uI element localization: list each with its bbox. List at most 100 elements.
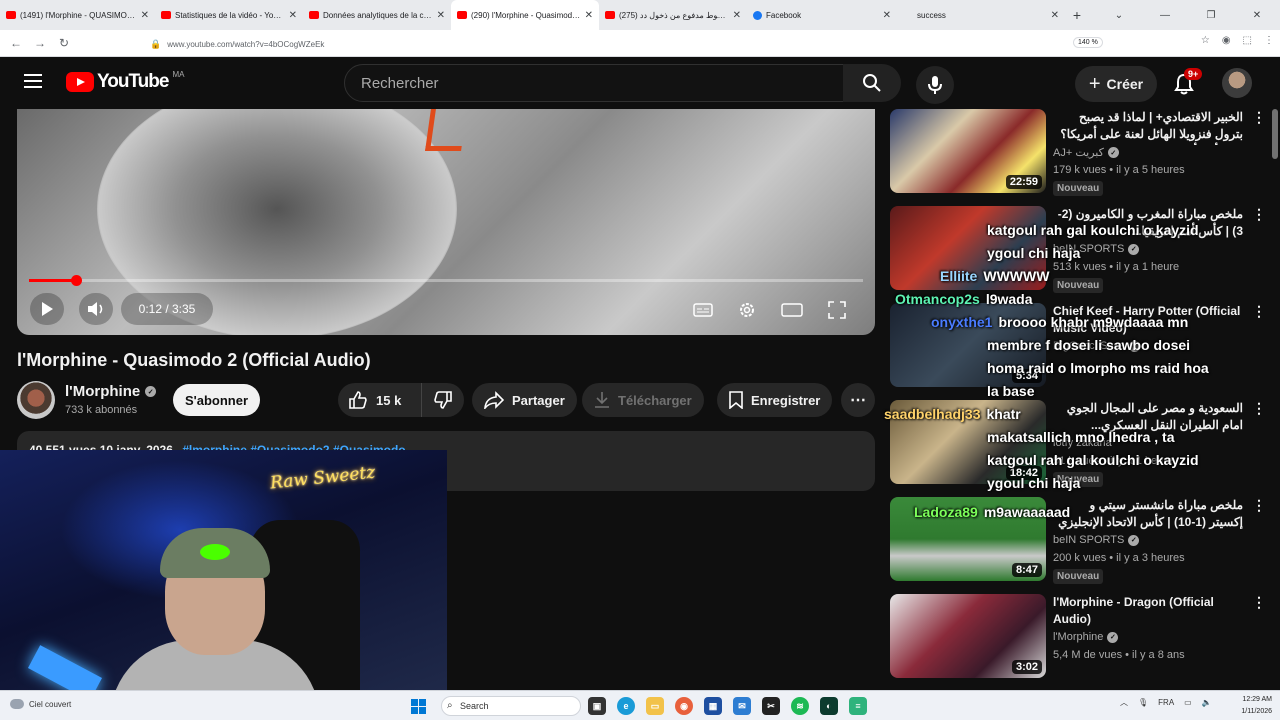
chevron-up-icon[interactable]: ︿	[1120, 697, 1128, 708]
plus-icon: +	[1088, 72, 1101, 95]
browser-tab[interactable]: (290) l'Morphine - Quasimodo 2 ✕	[451, 0, 599, 30]
menu-hamburger-icon[interactable]	[24, 74, 42, 88]
url-field[interactable]: 🔒 www.youtube.com/watch?v=4bOCogWZeEk	[150, 36, 1130, 52]
task-view-icon[interactable]: ▣	[588, 697, 606, 715]
bookmark-icon[interactable]: ☆	[1201, 35, 1210, 46]
progress-scrubber[interactable]	[70, 275, 82, 286]
youtube-play-icon	[66, 72, 94, 92]
facebook-icon	[753, 10, 762, 20]
profile-icon[interactable]: ◉	[1222, 35, 1231, 46]
browser-tab[interactable]: (1491) l'Morphine - QUASIMODO ✕	[0, 0, 155, 30]
volume-button[interactable]	[79, 293, 113, 325]
voice-search-button[interactable]	[916, 66, 954, 104]
tab-close-icon[interactable]: ✕	[437, 10, 445, 21]
recommended-video-title[interactable]: l'Morphine - Dragon (Official Audio)	[1053, 594, 1243, 628]
youtube-logo[interactable]: YouTube MA	[66, 70, 184, 93]
system-clock[interactable]: 12:29 AM 1/11/2026	[1224, 694, 1272, 718]
app-icon[interactable]: ◐	[820, 697, 838, 715]
extensions-icon[interactable]: ⬚	[1243, 35, 1252, 46]
tab-close-icon[interactable]: ✕	[141, 10, 149, 21]
chat-text: l9wada	[985, 291, 1033, 307]
minimize-button[interactable]: —	[1142, 10, 1188, 21]
share-button[interactable]: Partager	[472, 383, 577, 417]
subtitles-button[interactable]	[691, 299, 715, 321]
more-options-icon[interactable]: ⋮	[1252, 400, 1266, 417]
recommended-channel[interactable]: beIN SPORTS ✓	[1053, 534, 1140, 546]
dislike-button[interactable]	[422, 383, 464, 417]
microphone-tray-icon[interactable]: 🎙	[1138, 698, 1148, 707]
save-button[interactable]: Enregistrer	[717, 383, 833, 417]
recommended-video-title[interactable]: الخبير الاقتصادي+ | لماذا قد يصبح بترول …	[1053, 109, 1243, 145]
gear-icon	[740, 303, 754, 317]
create-button[interactable]: + Créer	[1075, 66, 1157, 102]
capcut-icon[interactable]: ✂	[762, 697, 780, 715]
notes-icon[interactable]: ≡	[849, 697, 867, 715]
maximize-button[interactable]: ❐	[1188, 10, 1234, 21]
weather-widget[interactable]: Ciel couvert	[10, 699, 71, 709]
chat-text: broooo khabr m9wdaaaa mn	[998, 314, 1189, 330]
reload-button[interactable]: ↻	[52, 36, 76, 50]
language-indicator[interactable]: FRA	[1158, 698, 1174, 707]
browser-tab[interactable]: Facebook ✕	[747, 0, 897, 30]
volume-tray-icon[interactable]: 🔈	[1202, 698, 1212, 707]
channel-avatar[interactable]	[17, 381, 55, 419]
more-options-icon[interactable]: ⋮	[1252, 594, 1266, 611]
more-actions-button[interactable]: ⋯	[841, 383, 875, 417]
video-thumbnail[interactable]: 3:02	[890, 594, 1046, 678]
recommended-video-title[interactable]: ملخص مباراة مانشستر سيتي و إكسيتر (1-10)…	[1053, 497, 1243, 533]
tab-close-icon[interactable]: ✕	[289, 10, 297, 21]
subscribe-button[interactable]: S'abonner	[173, 384, 260, 416]
fullscreen-button[interactable]	[825, 299, 849, 321]
recommended-channel[interactable]: AJ+ كبريت ✓	[1053, 146, 1119, 159]
tab-search-icon[interactable]: ⌄	[1096, 10, 1142, 21]
browser-tab[interactable]: Statistiques de la vidéo - YouTu ✕	[155, 0, 303, 30]
tab-close-icon[interactable]: ✕	[1051, 10, 1059, 21]
play-button[interactable]	[30, 293, 64, 325]
menu-icon[interactable]: ⋮	[1264, 35, 1274, 46]
taskbar-search[interactable]: Search	[441, 696, 581, 716]
settings-button[interactable]	[735, 299, 759, 321]
back-button[interactable]: ←	[4, 36, 28, 50]
sidebar-scrollbar[interactable]	[1272, 109, 1278, 159]
notifications-button[interactable]: 9+	[1170, 68, 1203, 98]
forward-button[interactable]: →	[28, 36, 52, 50]
edge-icon[interactable]: e	[617, 697, 635, 715]
chat-message: katgoul rah gal koulchi o kayzid	[987, 222, 1199, 238]
chat-text: WWWWW	[983, 268, 1050, 284]
spotify-icon[interactable]: ≋	[791, 697, 809, 715]
channel-name-link[interactable]: l'Morphine ✓	[65, 383, 157, 400]
progress-bar[interactable]	[29, 275, 863, 286]
more-options-icon[interactable]: ⋮	[1252, 303, 1266, 320]
recommended-video[interactable]: 22:59 الخبير الاقتصادي+ | لماذا قد يصبح ب…	[888, 109, 1268, 199]
browser-tab[interactable]: Données analytiques de la chaî ✕	[303, 0, 451, 30]
theater-icon	[781, 303, 803, 317]
file-explorer-icon[interactable]: ▭	[646, 697, 664, 715]
new-tab-button[interactable]: +	[1065, 7, 1089, 23]
search-button[interactable]	[843, 64, 901, 102]
account-avatar[interactable]	[1222, 68, 1252, 98]
like-button[interactable]: 15 k	[338, 383, 422, 417]
close-window-button[interactable]: ✕	[1234, 10, 1280, 21]
more-options-icon[interactable]: ⋮	[1252, 206, 1266, 223]
firefox-icon[interactable]: ◉	[675, 697, 693, 715]
video-player[interactable]: 0:12 / 3:35	[17, 109, 875, 335]
search-input[interactable]	[345, 65, 843, 101]
tab-close-icon[interactable]: ✕	[733, 10, 741, 21]
store-icon[interactable]: ▦	[704, 697, 722, 715]
theater-mode-button[interactable]	[780, 299, 804, 321]
browser-tab[interactable]: success ✕	[897, 0, 1065, 30]
tab-close-icon[interactable]: ✕	[883, 10, 891, 21]
more-options-icon[interactable]: ⋮	[1252, 109, 1266, 126]
tab-close-icon[interactable]: ✕	[585, 10, 593, 21]
zoom-badge[interactable]: 140 %	[1073, 37, 1103, 48]
mail-icon[interactable]: ✉	[733, 697, 751, 715]
video-thumbnail[interactable]: 22:59	[890, 109, 1046, 193]
download-button[interactable]: Télécharger	[582, 383, 704, 417]
browser-tab[interactable]: (275) خطوط مدفوع من ذخول دد ✕	[599, 0, 747, 30]
recommended-channel[interactable]: l'Morphine ✓	[1053, 631, 1119, 643]
recommended-video[interactable]: 3:02 l'Morphine - Dragon (Official Audio)…	[888, 594, 1268, 684]
start-button[interactable]	[411, 699, 426, 714]
thumbs-up-icon	[349, 391, 367, 409]
more-options-icon[interactable]: ⋮	[1252, 497, 1266, 514]
network-icon[interactable]: ▭	[1184, 698, 1192, 707]
